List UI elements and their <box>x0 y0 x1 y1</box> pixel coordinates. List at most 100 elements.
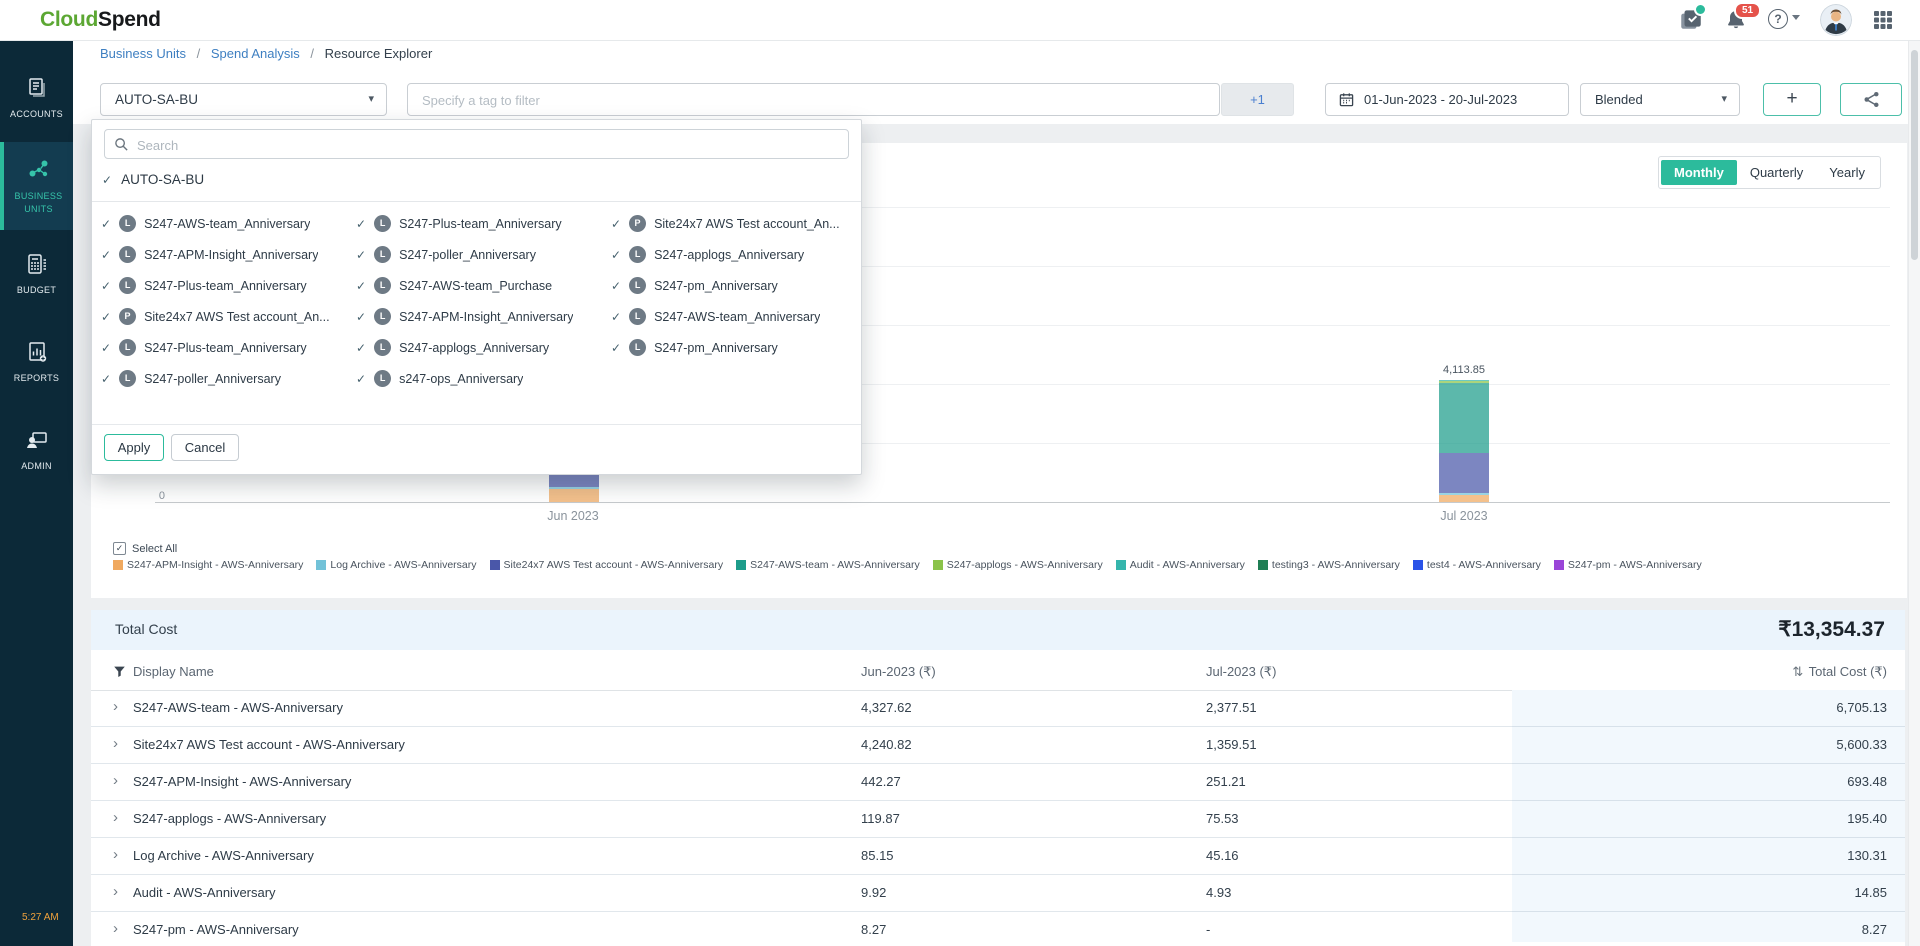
tasks-icon[interactable] <box>1678 6 1704 32</box>
expand-chevron-icon[interactable]: › <box>113 772 118 789</box>
bu-dropdown-item[interactable]: ✓Ls247-ops_Anniversary <box>356 370 611 387</box>
add-button[interactable]: + <box>1763 83 1821 116</box>
tab-quarterly[interactable]: Quarterly <box>1737 160 1816 185</box>
table-row[interactable]: ›Site24x7 AWS Test account - AWS-Anniver… <box>91 727 1905 764</box>
expand-chevron-icon[interactable]: › <box>113 735 118 752</box>
legend-item[interactable]: Log Archive - AWS-Anniversary <box>316 559 476 571</box>
legend-item[interactable]: S247-AWS-team - AWS-Anniversary <box>736 559 920 571</box>
total-cost-value: ₹13,354.37 <box>1778 617 1885 642</box>
user-avatar[interactable] <box>1820 4 1852 36</box>
share-icon <box>1863 91 1880 108</box>
sidebar-item-accounts[interactable]: ACCOUNTS <box>0 54 73 142</box>
dropdown-search-input[interactable] <box>135 130 839 160</box>
search-icon <box>114 137 129 152</box>
app-logo[interactable]: CloudSpend <box>40 8 161 32</box>
sidebar-item-business-units[interactable]: BUSINESS UNITS <box>0 142 73 230</box>
sidebar-item-reports[interactable]: REPORTS <box>0 318 73 406</box>
tab-yearly[interactable]: Yearly <box>1816 160 1878 185</box>
date-range-picker[interactable]: 01-Jun-2023 - 20-Jul-2023 <box>1325 83 1569 116</box>
expand-chevron-icon[interactable]: › <box>113 920 118 937</box>
bu-group-row[interactable]: ✓ AUTO-SA-BU <box>102 172 204 187</box>
legend-item[interactable]: Site24x7 AWS Test account - AWS-Annivers… <box>490 559 724 571</box>
expand-chevron-icon[interactable]: › <box>113 809 118 826</box>
bu-dropdown-item[interactable]: ✓LS247-AWS-team_Anniversary <box>611 308 853 325</box>
legend-item[interactable]: S247-APM-Insight - AWS-Anniversary <box>113 559 303 571</box>
cancel-button[interactable]: Cancel <box>171 434 239 461</box>
bu-dropdown-item[interactable]: ✓PSite24x7 AWS Test account_An... <box>101 308 356 325</box>
notifications-bell-icon[interactable]: 51 <box>1724 8 1748 32</box>
row-jul-value: - <box>1206 922 1210 937</box>
bar-segment[interactable] <box>549 487 599 490</box>
col-jul-2023[interactable]: Jul-2023 (₹) <box>1206 664 1276 680</box>
tab-monthly[interactable]: Monthly <box>1661 160 1737 185</box>
apply-button[interactable]: Apply <box>104 434 164 461</box>
bu-dropdown-item[interactable]: ✓LS247-pm_Anniversary <box>611 277 853 294</box>
row-jul-value: 2,377.51 <box>1206 700 1257 715</box>
legend-item[interactable]: S247-applogs - AWS-Anniversary <box>933 559 1103 571</box>
col-total-cost[interactable]: ⇅ Total Cost (₹) <box>1792 664 1887 680</box>
bu-dropdown-item[interactable]: ✓LS247-AWS-team_Purchase <box>356 277 611 294</box>
business-unit-select[interactable]: AUTO-SA-BU ▾ <box>100 83 387 116</box>
cost-type-select[interactable]: Blended ▾ <box>1580 83 1740 116</box>
provider-badge: P <box>119 308 136 325</box>
bar-segment[interactable] <box>1439 453 1489 493</box>
legend-swatch <box>736 560 746 570</box>
bar-segment[interactable] <box>1439 383 1489 453</box>
expand-chevron-icon[interactable]: › <box>113 846 118 863</box>
legend-item[interactable]: S247-pm - AWS-Anniversary <box>1554 559 1702 571</box>
bar-segment[interactable] <box>1439 495 1489 502</box>
bu-items-grid: ✓LS247-AWS-team_Anniversary✓LS247-Plus-t… <box>101 208 853 394</box>
expand-chevron-icon[interactable]: › <box>113 698 118 715</box>
bar-segment[interactable] <box>1439 381 1489 383</box>
filter-funnel-icon[interactable] <box>113 665 126 681</box>
bu-dropdown-item[interactable]: ✓LS247-APM-Insight_Anniversary <box>101 246 356 263</box>
bu-dropdown-item[interactable]: ✓LS247-Plus-team_Anniversary <box>101 277 356 294</box>
bu-dropdown-item[interactable]: ✓LS247-pm_Anniversary <box>611 339 853 356</box>
col-display-name[interactable]: Display Name <box>133 664 214 679</box>
bu-dropdown-item[interactable]: ✓LS247-AWS-team_Anniversary <box>101 215 356 232</box>
sidebar-item-budget[interactable]: BUDGET <box>0 230 73 318</box>
check-icon: ✓ <box>102 173 112 187</box>
help-menu[interactable]: ? <box>1768 9 1802 31</box>
legend-item[interactable]: testing3 - AWS-Anniversary <box>1258 559 1400 571</box>
breadcrumb-business-units[interactable]: Business Units <box>100 46 186 61</box>
table-row[interactable]: ›S247-applogs - AWS-Anniversary119.8775.… <box>91 801 1905 838</box>
row-jun-value: 8.27 <box>861 922 886 937</box>
bu-dropdown-item[interactable]: ✓LS247-poller_Anniversary <box>101 370 356 387</box>
bar-segment[interactable] <box>1439 493 1489 494</box>
bu-dropdown-item[interactable]: ✓LS247-applogs_Anniversary <box>611 246 853 263</box>
col-jun-2023[interactable]: Jun-2023 (₹) <box>861 664 936 680</box>
scrollbar-thumb[interactable] <box>1911 50 1918 260</box>
bar-segment[interactable] <box>549 489 599 502</box>
bar-segment[interactable] <box>1439 380 1489 381</box>
bu-dropdown-item[interactable]: ✓LS247-Plus-team_Anniversary <box>356 215 611 232</box>
table-row[interactable]: ›S247-AWS-team - AWS-Anniversary4,327.62… <box>91 690 1905 727</box>
check-icon: ✓ <box>356 248 366 262</box>
apps-grid-icon[interactable] <box>1872 9 1894 31</box>
row-jul-value: 75.53 <box>1206 811 1239 826</box>
tag-filter-input[interactable] <box>420 84 1204 117</box>
sort-icon[interactable]: ⇅ <box>1792 664 1803 679</box>
checkbox-checked-icon[interactable]: ✓ <box>113 542 126 555</box>
legend-select-all[interactable]: ✓ Select All <box>113 542 177 555</box>
bu-dropdown-item[interactable]: ✓LS247-poller_Anniversary <box>356 246 611 263</box>
table-row[interactable]: ›Audit - AWS-Anniversary9.924.9314.85 <box>91 875 1905 912</box>
breadcrumb-spend-analysis[interactable]: Spend Analysis <box>211 46 300 61</box>
expand-chevron-icon[interactable]: › <box>113 883 118 900</box>
check-icon: ✓ <box>101 279 111 293</box>
legend-item[interactable]: Audit - AWS-Anniversary <box>1116 559 1245 571</box>
table-row[interactable]: ›S247-pm - AWS-Anniversary8.27-8.27 <box>91 912 1905 946</box>
bu-dropdown-item[interactable]: ✓LS247-APM-Insight_Anniversary <box>356 308 611 325</box>
legend-label: S247-applogs - AWS-Anniversary <box>947 559 1103 571</box>
bu-dropdown-item[interactable]: ✓LS247-applogs_Anniversary <box>356 339 611 356</box>
sidebar-item-admin[interactable]: ADMIN <box>0 406 73 494</box>
table-row[interactable]: ›S247-APM-Insight - AWS-Anniversary442.2… <box>91 764 1905 801</box>
bu-dropdown-item[interactable]: ✓LS247-Plus-team_Anniversary <box>101 339 356 356</box>
table-row[interactable]: ›Log Archive - AWS-Anniversary85.1545.16… <box>91 838 1905 875</box>
row-display-name: Audit - AWS-Anniversary <box>133 885 276 900</box>
tag-overflow-badge[interactable]: +1 <box>1221 83 1294 116</box>
bu-item-label: S247-AWS-team_Anniversary <box>654 310 820 324</box>
share-button[interactable] <box>1840 83 1902 116</box>
legend-item[interactable]: test4 - AWS-Anniversary <box>1413 559 1541 571</box>
bu-dropdown-item[interactable]: ✓PSite24x7 AWS Test account_An... <box>611 215 853 232</box>
